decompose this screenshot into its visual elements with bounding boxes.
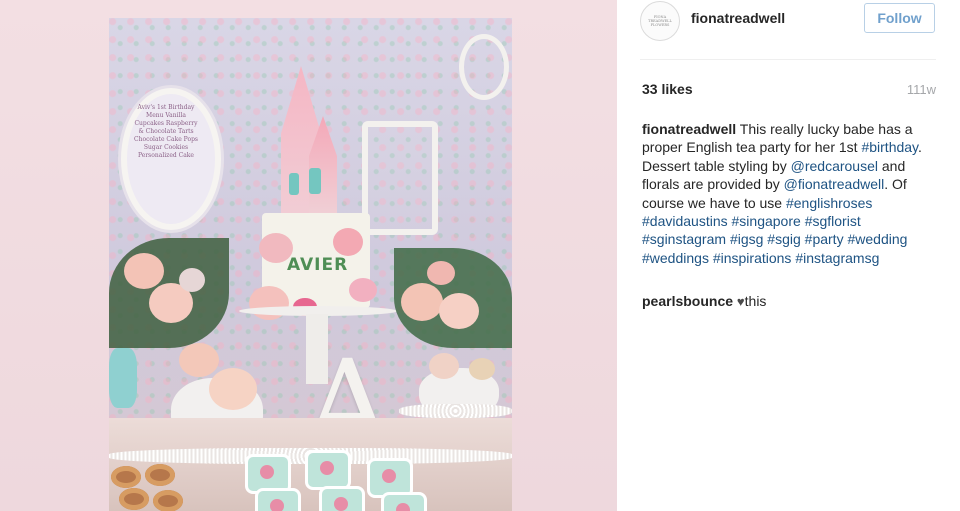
tart [119,488,149,510]
hashtag-link[interactable]: #inspirations [713,250,792,266]
cake-name: AVIER [287,255,349,275]
avatar[interactable]: FIONA TREADWELL FLOWERS [640,1,680,41]
post-caption: fionatreadwell This really lucky babe ha… [642,120,942,267]
rose [429,353,459,379]
rose [401,283,443,321]
caption-username[interactable]: fionatreadwell [642,121,736,137]
rose [209,368,257,410]
hashtag-link[interactable]: #birthday [861,139,918,155]
hashtag-link[interactable]: #party [805,231,844,247]
header-divider [640,59,936,60]
rose [427,261,455,285]
hashtag-link[interactable]: #weddings [642,250,709,266]
hashtag-link[interactable]: #instagramsg [795,250,879,266]
avatar-logo-text: FIONA TREADWELL FLOWERS [648,15,672,27]
rose [333,228,363,256]
post-photo[interactable]: Aviv's 1st Birthday Menu Vanilla Cupcake… [109,18,512,511]
comment-username[interactable]: pearlsbounce [642,293,733,309]
teapot-cookie [305,450,351,490]
rose [179,268,205,292]
follow-button[interactable]: Follow [864,3,935,33]
mention-link[interactable]: @redcarousel [791,158,878,174]
rose [179,343,219,377]
hashtag-link[interactable]: #englishroses [786,195,872,211]
mention-link[interactable]: @fionatreadwell [784,176,885,192]
hashtag-link[interactable]: #davidaustins [642,213,728,229]
teapot-cookie [255,488,301,511]
rose [349,278,377,302]
tart [153,490,183,511]
rose [259,233,293,263]
rect-frame [362,121,438,235]
rose [469,358,495,380]
doily [399,404,512,418]
rose [124,253,164,289]
hashtag-link[interactable]: #sgig [767,231,800,247]
hashtag-link[interactable]: #singapore [732,213,801,229]
menu-card-text: Aviv's 1st Birthday Menu Vanilla Cupcake… [134,104,198,159]
small-oval-frame [459,34,509,100]
comment-row: pearlsbounce ♥this [642,293,766,309]
hashtag-link[interactable]: #sgflorist [805,213,861,229]
hashtag-link[interactable]: #sginstagram [642,231,726,247]
post-time[interactable]: 111w [907,82,936,97]
heart-icon: ♥ [736,294,745,309]
teapot-cookie [381,492,427,511]
photo-backdrop: Aviv's 1st Birthday Menu Vanilla Cupcake… [0,0,617,511]
comment-text: this [744,293,767,309]
hashtag-link[interactable]: #igsg [730,231,763,247]
likes-count[interactable]: 33 likes [642,81,693,97]
teapot-cookie [319,486,365,511]
castle-window [309,168,321,194]
post-username[interactable]: fionatreadwell [691,10,785,26]
hashtag-link[interactable]: #wedding [847,231,907,247]
tart [111,466,141,488]
rose [439,293,479,329]
tart [145,464,175,486]
castle-window [289,173,299,195]
teal-vase [109,348,137,408]
